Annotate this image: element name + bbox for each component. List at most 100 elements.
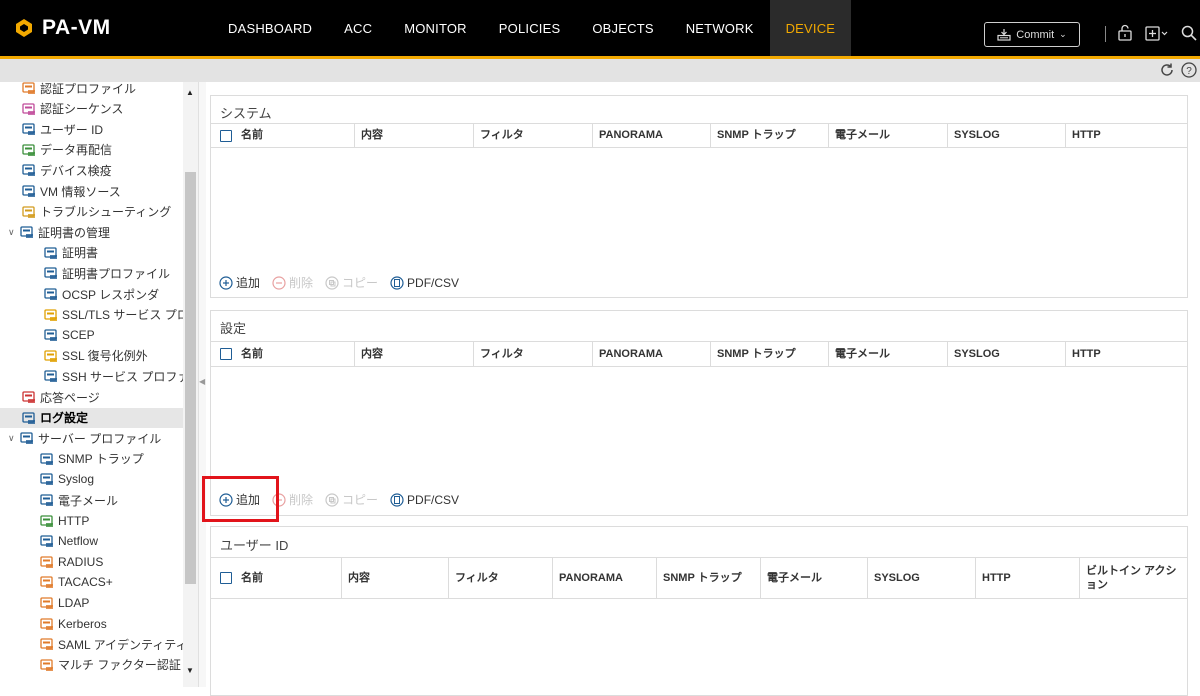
commit-label: Commit	[1016, 28, 1055, 41]
tab-device[interactable]: DEVICE	[769, 0, 852, 56]
copy-button[interactable]: コピー	[325, 491, 378, 508]
commit-icon	[997, 29, 1011, 41]
saml-icon	[40, 638, 53, 651]
sidebar-item-label: TACACS+	[58, 575, 113, 590]
sidebar-item[interactable]: 電子メール	[40, 490, 118, 510]
sidebar-item[interactable]: 認証プロファイル	[22, 82, 136, 98]
copy-label: コピー	[342, 276, 379, 290]
server-profile-icon	[20, 432, 33, 445]
sidebar-item[interactable]: SNMP トラップ	[40, 449, 144, 469]
refresh-icon[interactable]	[1158, 61, 1176, 79]
chevron-down-icon[interactable]: ∨	[8, 433, 18, 444]
column-header[interactable]: 名前	[235, 342, 354, 366]
tab-objects[interactable]: OBJECTS	[576, 0, 669, 56]
sidebar-item[interactable]: SAML アイデンティティ	[40, 634, 188, 654]
column-header[interactable]: SNMP トラップ	[710, 342, 828, 366]
sidebar-item[interactable]: Syslog	[40, 469, 94, 489]
sidebar-item[interactable]: 応答ページ	[22, 387, 195, 407]
column-header[interactable]: PANORAMA	[592, 342, 710, 366]
column-header[interactable]: PANORAMA	[552, 558, 656, 598]
column-header[interactable]: 内容	[341, 558, 448, 598]
pdf-csv-button[interactable]: PDF/CSV	[390, 276, 459, 290]
transaction-icon[interactable]	[1144, 23, 1170, 43]
sidebar-item[interactable]: SCEP	[44, 325, 95, 345]
copy-label: コピー	[342, 493, 379, 507]
sidebar-item[interactable]: HTTP	[40, 511, 89, 531]
column-header[interactable]: SYSLOG	[867, 558, 975, 598]
chevron-down-icon[interactable]: ∨	[8, 227, 18, 238]
sidebar-item[interactable]: TACACS+	[40, 572, 113, 592]
column-header[interactable]: 電子メール	[828, 124, 947, 147]
select-all-checkbox[interactable]	[220, 572, 232, 584]
sidebar-item[interactable]: VM 情報ソース	[22, 181, 121, 201]
sidebar-item[interactable]: データ再配信	[22, 140, 112, 160]
column-header[interactable]: SNMP トラップ	[710, 124, 828, 147]
commit-button[interactable]: Commit ⌄	[984, 22, 1080, 47]
sidebar-item[interactable]: ログ設定	[0, 407, 183, 428]
column-header[interactable]: 電子メール	[828, 342, 947, 366]
sidebar-item[interactable]: ∨ サーバー プロファイル	[8, 428, 161, 448]
column-header[interactable]: フィルタ	[473, 342, 592, 366]
tab-monitor[interactable]: MONITOR	[388, 0, 483, 56]
email-icon	[40, 494, 53, 506]
sidebar-item[interactable]: トラブルシューティング	[22, 202, 171, 222]
column-header[interactable]: 内容	[354, 124, 473, 147]
sidebar-item[interactable]: デバイス検疫	[22, 160, 112, 180]
collapse-sidebar-icon[interactable]: ◀	[199, 377, 205, 386]
sidebar-item[interactable]: 認証シーケンス	[22, 99, 123, 119]
copy-icon	[325, 492, 339, 507]
userid-log-panel: ユーザー ID 名前 内容 フィルタ PANORAMA SNMP トラップ 電子メール SY…	[210, 526, 1188, 696]
sidebar-item[interactable]: 証明書	[44, 243, 98, 263]
sidebar-item[interactable]: SSL 復号化例外	[44, 346, 148, 366]
netflow-icon	[40, 535, 53, 548]
column-header[interactable]: HTTP	[1065, 124, 1187, 147]
delete-button[interactable]: 削除	[272, 274, 313, 291]
sidebar-item-label: RADIUS	[58, 554, 104, 569]
column-header[interactable]: SYSLOG	[947, 124, 1065, 147]
column-header[interactable]: 名前	[235, 124, 354, 147]
pdf-csv-button[interactable]: PDF/CSV	[390, 493, 459, 507]
sidebar-item-label: SSL 復号化例外	[62, 349, 148, 364]
column-header[interactable]: HTTP	[975, 558, 1079, 598]
column-header[interactable]: SNMP トラップ	[656, 558, 760, 598]
column-header[interactable]: フィルタ	[448, 558, 552, 598]
copy-button[interactable]: コピー	[325, 274, 378, 291]
column-header[interactable]: PANORAMA	[592, 124, 710, 147]
tab-dashboard[interactable]: DASHBOARD	[212, 0, 328, 56]
select-all-checkbox[interactable]	[220, 130, 232, 142]
auth-sequence-icon	[22, 102, 35, 115]
tab-network[interactable]: NETWORK	[670, 0, 770, 56]
sidebar-item-label: 電子メール	[58, 493, 119, 508]
search-icon[interactable]	[1180, 23, 1198, 43]
tab-acc[interactable]: ACC	[328, 0, 388, 56]
sidebar-item[interactable]: マルチ ファクター認証	[40, 655, 181, 675]
tab-policies[interactable]: POLICIES	[483, 0, 577, 56]
sidebar-item[interactable]: ∨ 証明書の管理	[8, 222, 110, 242]
sidebar-item[interactable]: LDAP	[40, 593, 89, 613]
sidebar-item[interactable]: RADIUS	[40, 552, 103, 572]
scroll-down-arrow[interactable]: ▼	[186, 666, 194, 675]
column-header[interactable]: 電子メール	[760, 558, 867, 598]
sidebar-item[interactable]: SSH サービス プロファ	[44, 366, 189, 386]
sidebar-item-label: マルチ ファクター認証	[58, 658, 181, 673]
scroll-up-arrow[interactable]: ▲	[186, 88, 194, 97]
help-icon[interactable]: ?	[1180, 61, 1198, 79]
lock-config-icon[interactable]	[1116, 23, 1134, 43]
column-header[interactable]: SYSLOG	[947, 342, 1065, 366]
sidebar-item[interactable]: SSL/TLS サービス プロ	[44, 305, 189, 325]
app-logo[interactable]: PA-VM	[14, 8, 111, 48]
add-button[interactable]: 追加	[219, 274, 260, 291]
sidebar-scroll-thumb[interactable]	[185, 172, 196, 584]
sidebar-item[interactable]: 証明書プロファイル	[44, 263, 170, 283]
sidebar-item[interactable]: OCSP レスポンダ	[44, 284, 159, 304]
pdf-csv-label: PDF/CSV	[407, 492, 460, 507]
select-all-checkbox[interactable]	[220, 348, 232, 360]
column-header[interactable]: HTTP	[1065, 342, 1187, 366]
column-header[interactable]: 名前	[235, 558, 341, 598]
sidebar-item[interactable]: ユーザー ID	[22, 119, 103, 139]
sidebar-item[interactable]: Netflow	[40, 531, 98, 551]
sidebar-item[interactable]: Kerberos	[40, 614, 107, 634]
column-header[interactable]: フィルタ	[473, 124, 592, 147]
column-header[interactable]: ビルトイン アクション	[1079, 558, 1187, 598]
column-header[interactable]: 内容	[354, 342, 473, 366]
